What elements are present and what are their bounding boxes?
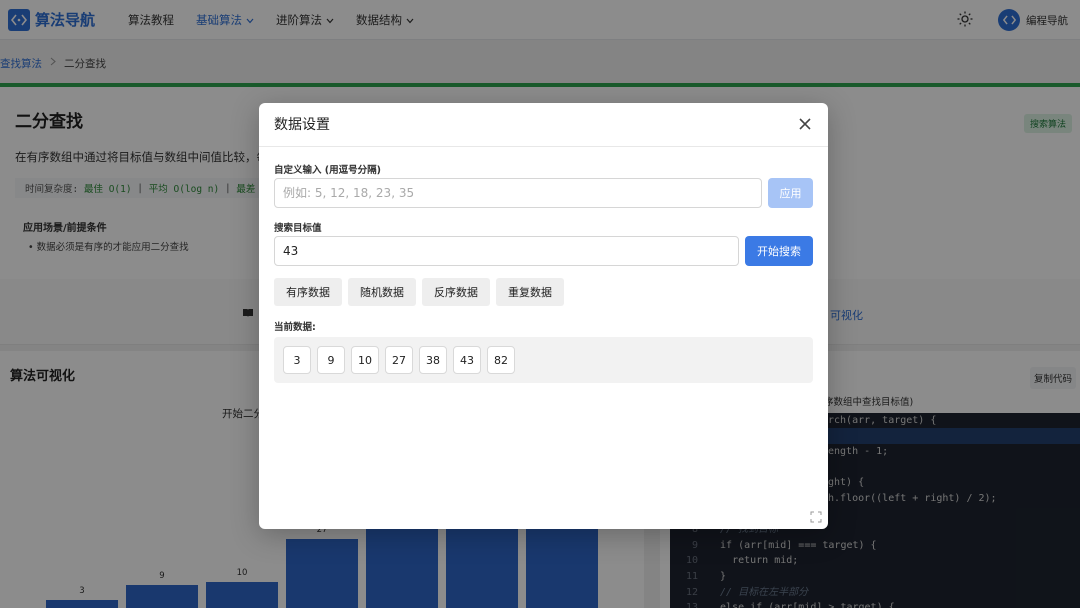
preset-duplicate-button[interactable]: 重复数据 [496,278,564,306]
current-data-list: 3 9 10 27 38 43 82 [274,337,813,383]
preset-random-button[interactable]: 随机数据 [348,278,416,306]
data-chip: 3 [283,346,311,374]
target-value-input[interactable] [274,236,739,266]
current-data-label: 当前数据: [274,322,316,333]
data-chip: 43 [453,346,481,374]
data-settings-dialog: 数据设置 自定义输入 (用逗号分隔) 应用 搜索目标值 开始搜索 有序数据 随机… [259,103,828,529]
data-chip: 10 [351,346,379,374]
close-icon [799,117,811,133]
data-chip: 9 [317,346,345,374]
apply-button[interactable]: 应用 [768,178,813,208]
data-chip: 82 [487,346,515,374]
preset-sorted-button[interactable]: 有序数据 [274,278,342,306]
resize-icon[interactable] [810,511,822,523]
preset-reverse-button[interactable]: 反序数据 [422,278,490,306]
data-chip: 38 [419,346,447,374]
dialog-title: 数据设置 [274,117,330,133]
close-button[interactable] [796,116,814,134]
target-label: 搜索目标值 [274,223,322,234]
custom-data-input[interactable] [274,178,762,208]
dialog-header: 数据设置 [259,103,828,147]
data-chip: 27 [385,346,413,374]
start-search-button[interactable]: 开始搜索 [745,236,813,266]
custom-input-label: 自定义输入 (用逗号分隔) [274,165,381,176]
